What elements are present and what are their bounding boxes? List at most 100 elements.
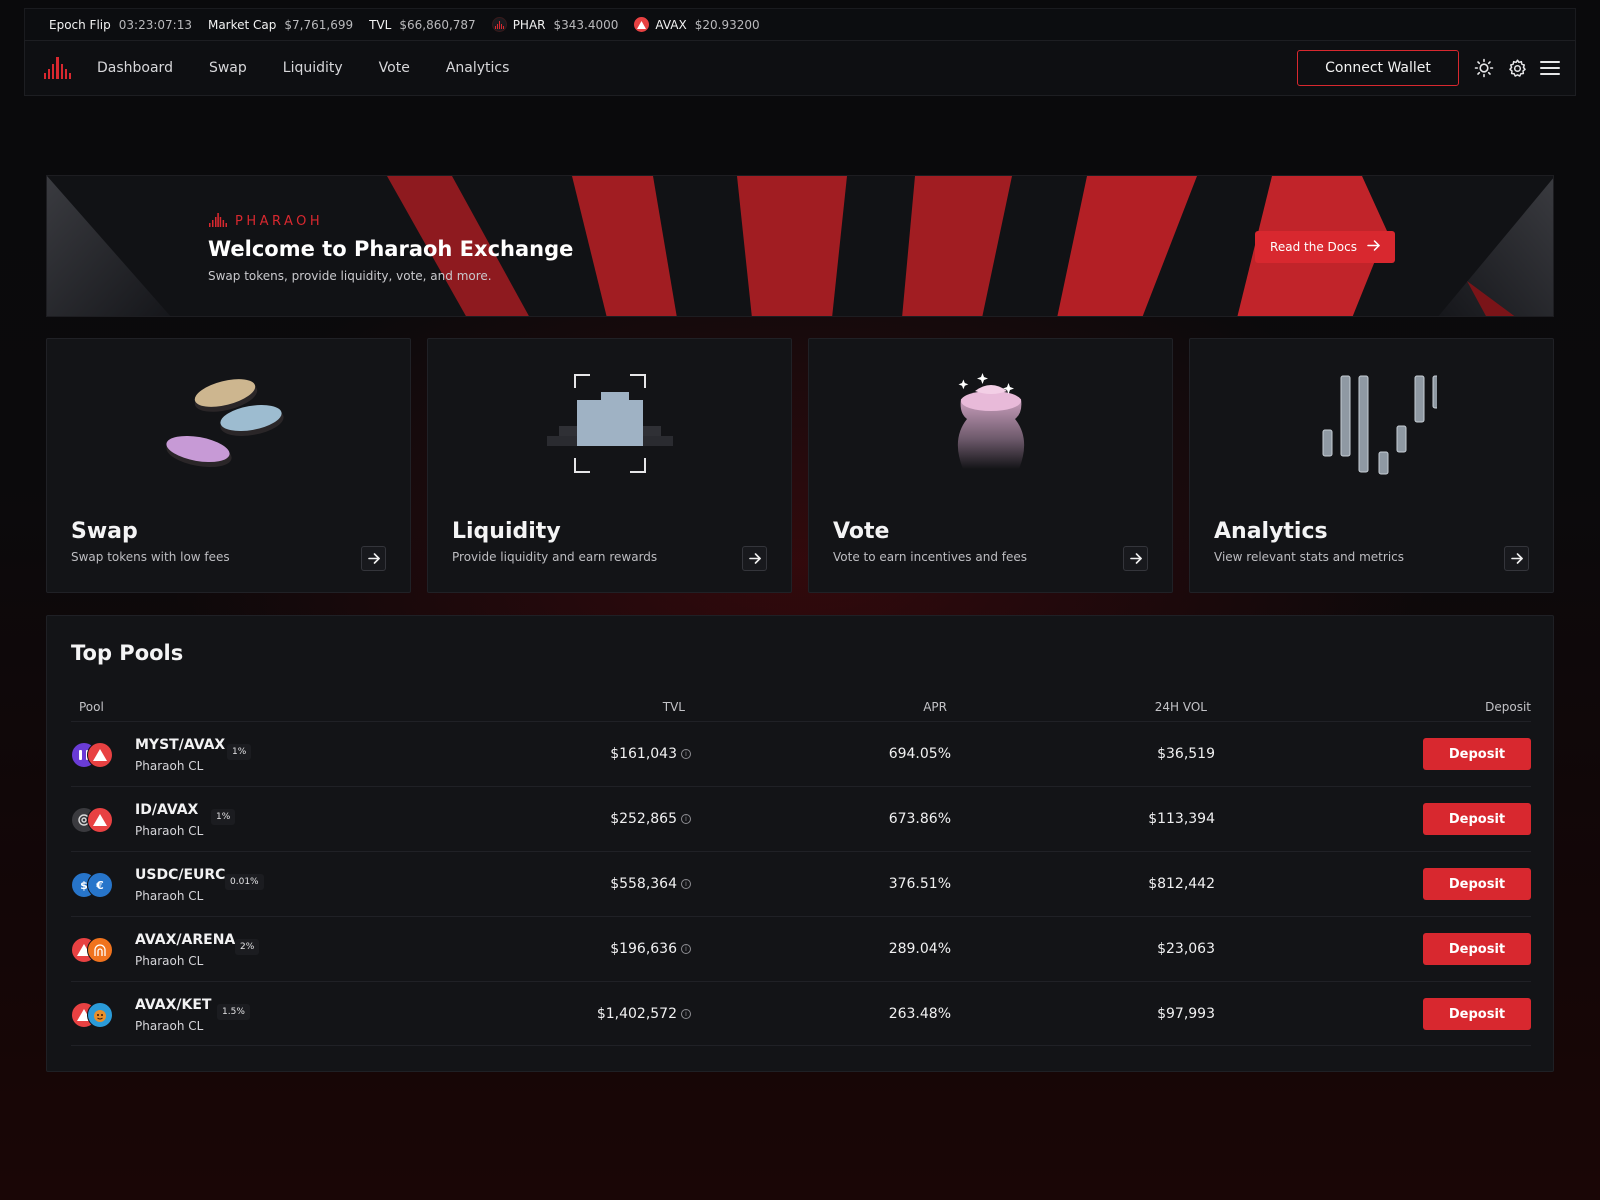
table-row[interactable]: AVAX/KET Pharaoh CL 1.5% $1,402,572 i 26… [71, 981, 1531, 1046]
tvl-value: $558,364 [610, 876, 677, 892]
nav-link-dashboard[interactable]: Dashboard [97, 60, 173, 76]
nav-link-liquidity[interactable]: Liquidity [283, 60, 343, 76]
avax-token-icon [87, 742, 113, 768]
deposit-button[interactable]: Deposit [1423, 933, 1531, 965]
card-title: Vote [833, 519, 890, 544]
nav-link-swap[interactable]: Swap [209, 60, 247, 76]
info-icon[interactable]: i [681, 879, 691, 889]
deposit-button[interactable]: Deposit [1423, 803, 1531, 835]
nav-actions: Connect Wallet [1297, 50, 1575, 86]
card-swap[interactable]: Swap Swap tokens with low fees [46, 338, 411, 593]
card-arrow-button[interactable] [1504, 546, 1529, 571]
info-icon[interactable]: i [681, 1009, 691, 1019]
pool-type: Pharaoh CL [135, 1019, 204, 1033]
pool-tvl: $252,865 i [610, 811, 691, 827]
pool-name: USDC/EURC [135, 867, 226, 883]
ticker-avax: AVAX $20.93200 [634, 17, 760, 32]
column-header-apr: APR [923, 700, 947, 714]
arrow-right-icon [1367, 240, 1380, 254]
ticker-label: PHAR [512, 17, 546, 32]
card-title: Analytics [1214, 519, 1328, 544]
gear-icon[interactable] [1506, 57, 1528, 79]
pool-tvl: $161,043 i [610, 746, 691, 762]
nav-link-vote[interactable]: Vote [379, 60, 410, 76]
card-arrow-button[interactable] [742, 546, 767, 571]
pool-name: ID/AVAX [135, 802, 199, 818]
ticker-market-cap: Market Cap $7,761,699 [208, 18, 353, 32]
card-description: Vote to earn incentives and fees [833, 550, 1028, 564]
banner-subtitle: Swap tokens, provide liquidity, vote, an… [208, 269, 492, 283]
pool-token-icons [71, 1002, 115, 1028]
connect-wallet-button[interactable]: Connect Wallet [1297, 50, 1459, 86]
pool-apr: 694.05% [888, 746, 951, 762]
card-description: View relevant stats and metrics [1214, 550, 1405, 564]
table-row[interactable]: MYST/AVAX Pharaoh CL 1% $161,043 i 694.0… [71, 721, 1531, 786]
pool-24h-vol: $36,519 [1157, 746, 1215, 762]
info-icon[interactable]: i [681, 944, 691, 954]
column-header-deposit: Deposit [1485, 700, 1531, 714]
arrow-right-icon [1510, 549, 1523, 568]
vote-vase-illustration [809, 359, 1172, 489]
card-vote[interactable]: Vote Vote to earn incentives and fees [808, 338, 1173, 593]
pool-type: Pharaoh CL [135, 759, 204, 773]
pool-24h-vol: $812,442 [1148, 876, 1215, 892]
pool-token-icons [71, 742, 115, 768]
deposit-button[interactable]: Deposit [1423, 868, 1531, 900]
pool-name: AVAX/KET [135, 997, 212, 1013]
pool-token-icons [71, 807, 115, 833]
deposit-button[interactable]: Deposit [1423, 738, 1531, 770]
menu-icon[interactable] [1539, 57, 1561, 79]
tvl-value: $196,636 [610, 941, 677, 957]
pool-token-icons [71, 937, 115, 963]
ticker-label: Epoch Flip [49, 17, 111, 32]
ticker-epoch-flip: Epoch Flip 03:23:07:13 [49, 18, 192, 32]
card-analytics[interactable]: Analytics View relevant stats and metric… [1189, 338, 1554, 593]
ticker-value: $7,761,699 [284, 17, 354, 32]
card-title: Swap [71, 519, 138, 544]
nav-link-analytics[interactable]: Analytics [446, 60, 510, 76]
pool-24h-vol: $97,993 [1157, 1006, 1215, 1022]
column-header-tvl: TVL [662, 700, 685, 714]
arrow-right-icon [1129, 549, 1142, 568]
liquidity-illustration [428, 359, 791, 489]
phar-token-icon [491, 17, 507, 32]
pool-type: Pharaoh CL [135, 889, 204, 903]
section-title: Top Pools [71, 641, 184, 665]
read-docs-button[interactable]: Read the Docs [1255, 231, 1395, 263]
pool-apr: 289.04% [888, 941, 951, 957]
pharaoh-logo-icon[interactable] [43, 56, 73, 80]
card-liquidity[interactable]: Liquidity Provide liquidity and earn rew… [427, 338, 792, 593]
fee-badge: 0.01% [225, 874, 264, 890]
avax-token-icon [634, 17, 650, 32]
pool-apr: 376.51% [888, 876, 951, 892]
card-arrow-button[interactable] [1123, 546, 1148, 571]
card-arrow-button[interactable] [361, 546, 386, 571]
ticker-phar: PHAR $343.4000 [491, 17, 618, 32]
top-navbar: Dashboard Swap Liquidity Vote Analytics … [24, 40, 1576, 96]
arrow-right-icon [748, 549, 761, 568]
table-row[interactable]: ID/AVAX Pharaoh CL 1% $252,865 i 673.86%… [71, 786, 1531, 851]
arrow-right-icon [367, 549, 380, 568]
deposit-button[interactable]: Deposit [1423, 998, 1531, 1030]
table-row[interactable]: $ € USDC/EURC Pharaoh CL 0.01% $558,364 … [71, 851, 1531, 916]
nav-links: Dashboard Swap Liquidity Vote Analytics [97, 60, 545, 76]
ticker-value: $20.93200 [694, 17, 760, 32]
pool-tvl: $558,364 i [610, 876, 691, 892]
pool-apr: 263.48% [888, 1006, 951, 1022]
card-title: Liquidity [452, 519, 561, 544]
tvl-value: $252,865 [610, 811, 677, 827]
table-row[interactable]: AVAX/ARENA Pharaoh CL 2% $196,636 i 289.… [71, 916, 1531, 981]
tvl-value: $1,402,572 [596, 1006, 677, 1022]
card-description: Provide liquidity and earn rewards [452, 550, 658, 564]
pool-type: Pharaoh CL [135, 954, 204, 968]
info-icon[interactable]: i [681, 814, 691, 824]
sun-icon[interactable] [1473, 57, 1495, 79]
fee-badge: 1.5% [217, 1004, 250, 1020]
arena-token-icon [87, 937, 113, 963]
eurc-token-icon: € [87, 872, 113, 898]
pool-tvl: $196,636 i [610, 941, 691, 957]
pool-apr: 673.86% [888, 811, 951, 827]
info-icon[interactable]: i [681, 749, 691, 759]
ticker-tvl: TVL $66,860,787 [369, 18, 476, 32]
pool-token-icons: $ € [71, 872, 115, 898]
